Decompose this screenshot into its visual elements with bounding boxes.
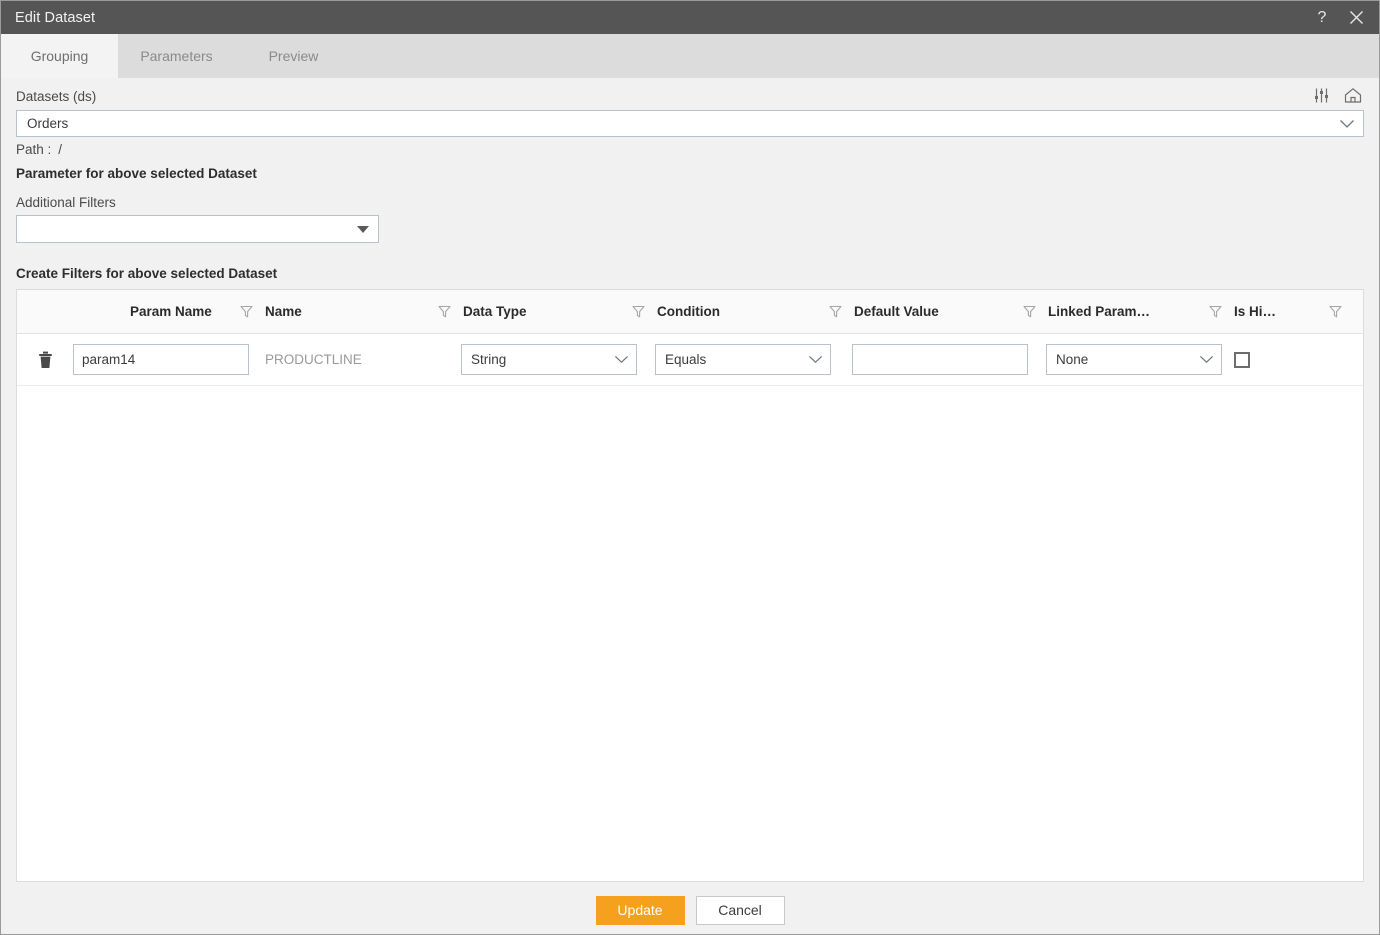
header-cell-linked-param: Linked Param…	[1046, 290, 1232, 333]
tab-preview-label: Preview	[269, 48, 319, 64]
cell-default-value	[852, 334, 1046, 385]
tab-grouping[interactable]: Grouping	[1, 34, 118, 78]
linked-param-select[interactable]: None	[1046, 344, 1222, 375]
help-icon[interactable]: ?	[1305, 1, 1339, 34]
datasets-toolbar	[1313, 87, 1364, 107]
header-label-linked-param: Linked Param…	[1046, 304, 1150, 319]
cancel-button[interactable]: Cancel	[696, 896, 785, 925]
chevron-down-icon	[614, 355, 629, 364]
cell-condition: Equals	[655, 334, 852, 385]
cell-data-type: String	[461, 334, 655, 385]
tab-parameters-label: Parameters	[140, 48, 212, 64]
header-label-condition: Condition	[655, 304, 720, 319]
funnel-icon[interactable]	[1023, 305, 1036, 318]
chevron-down-icon	[808, 355, 823, 364]
window-title: Edit Dataset	[15, 10, 1305, 26]
default-value-input[interactable]	[852, 344, 1028, 375]
name-value: PRODUCTLINE	[263, 352, 362, 367]
update-button-label: Update	[617, 902, 662, 918]
funnel-icon[interactable]	[1329, 305, 1342, 318]
help-glyph: ?	[1318, 10, 1327, 26]
header-cell-condition: Condition	[655, 290, 852, 333]
triangle-down-icon	[357, 226, 369, 233]
datasets-label: Datasets (ds)	[16, 89, 96, 104]
trash-icon[interactable]	[38, 351, 53, 369]
sliders-icon[interactable]	[1313, 87, 1330, 107]
is-hidden-checkbox[interactable]	[1234, 352, 1250, 368]
cancel-button-label: Cancel	[718, 902, 762, 918]
cell-param-name	[73, 334, 263, 385]
header-cell-actions	[17, 290, 73, 333]
header-label-default-value: Default Value	[852, 304, 939, 319]
funnel-icon[interactable]	[1209, 305, 1222, 318]
dataset-select-value: Orders	[27, 116, 1339, 131]
home-icon[interactable]	[1344, 87, 1362, 107]
tab-grouping-label: Grouping	[31, 48, 89, 64]
update-button[interactable]: Update	[596, 896, 685, 925]
edit-dataset-dialog: Edit Dataset ? Grouping Parameters Previ…	[0, 0, 1380, 935]
condition-select[interactable]: Equals	[655, 344, 831, 375]
close-icon[interactable]	[1339, 1, 1373, 34]
tab-parameters[interactable]: Parameters	[118, 34, 235, 78]
table-row: PRODUCTLINE String Equals	[17, 334, 1363, 386]
header-label-name: Name	[263, 304, 302, 319]
header-label-is-hidden: Is Hi…	[1232, 304, 1276, 319]
header-label-data-type: Data Type	[461, 304, 527, 319]
cell-linked-param: None	[1046, 334, 1232, 385]
titlebar: Edit Dataset ?	[1, 1, 1379, 34]
header-cell-default-value: Default Value	[852, 290, 1046, 333]
header-cell-name: Name	[263, 290, 461, 333]
dataset-select[interactable]: Orders	[16, 110, 1364, 137]
path-row: Path : /	[16, 142, 1364, 157]
cell-actions	[17, 334, 73, 385]
filters-section-title: Create Filters for above selected Datase…	[16, 266, 1364, 281]
header-cell-data-type: Data Type	[461, 290, 655, 333]
chevron-down-icon	[1199, 355, 1214, 364]
parameter-section-title: Parameter for above selected Dataset	[16, 166, 1364, 181]
additional-filters-label: Additional Filters	[16, 195, 1364, 210]
cell-is-hidden	[1232, 334, 1352, 385]
funnel-icon[interactable]	[240, 305, 253, 318]
funnel-icon[interactable]	[632, 305, 645, 318]
additional-filters-select[interactable]	[16, 215, 379, 243]
linked-param-value: None	[1056, 352, 1199, 367]
grid-header-row: Param Name Name	[17, 290, 1363, 334]
chevron-down-icon	[1339, 119, 1355, 129]
path-label: Path :	[16, 142, 51, 157]
param-name-input[interactable]	[73, 344, 249, 375]
dialog-footer: Update Cancel	[1, 889, 1379, 934]
path-value: /	[58, 142, 62, 157]
data-type-select[interactable]: String	[461, 344, 637, 375]
condition-value: Equals	[665, 352, 808, 367]
cell-name: PRODUCTLINE	[263, 334, 461, 385]
data-type-value: String	[471, 352, 614, 367]
dialog-body: Datasets (ds)	[1, 78, 1379, 889]
filters-grid: Param Name Name	[16, 289, 1364, 882]
header-label-param-name: Param Name	[128, 304, 212, 319]
funnel-icon[interactable]	[829, 305, 842, 318]
funnel-icon[interactable]	[438, 305, 451, 318]
header-cell-is-hidden: Is Hi…	[1232, 290, 1352, 333]
datasets-label-row: Datasets (ds)	[16, 87, 1364, 106]
tab-preview[interactable]: Preview	[235, 34, 352, 78]
header-cell-param-name: Param Name	[73, 290, 263, 333]
tab-bar: Grouping Parameters Preview	[1, 34, 1379, 78]
